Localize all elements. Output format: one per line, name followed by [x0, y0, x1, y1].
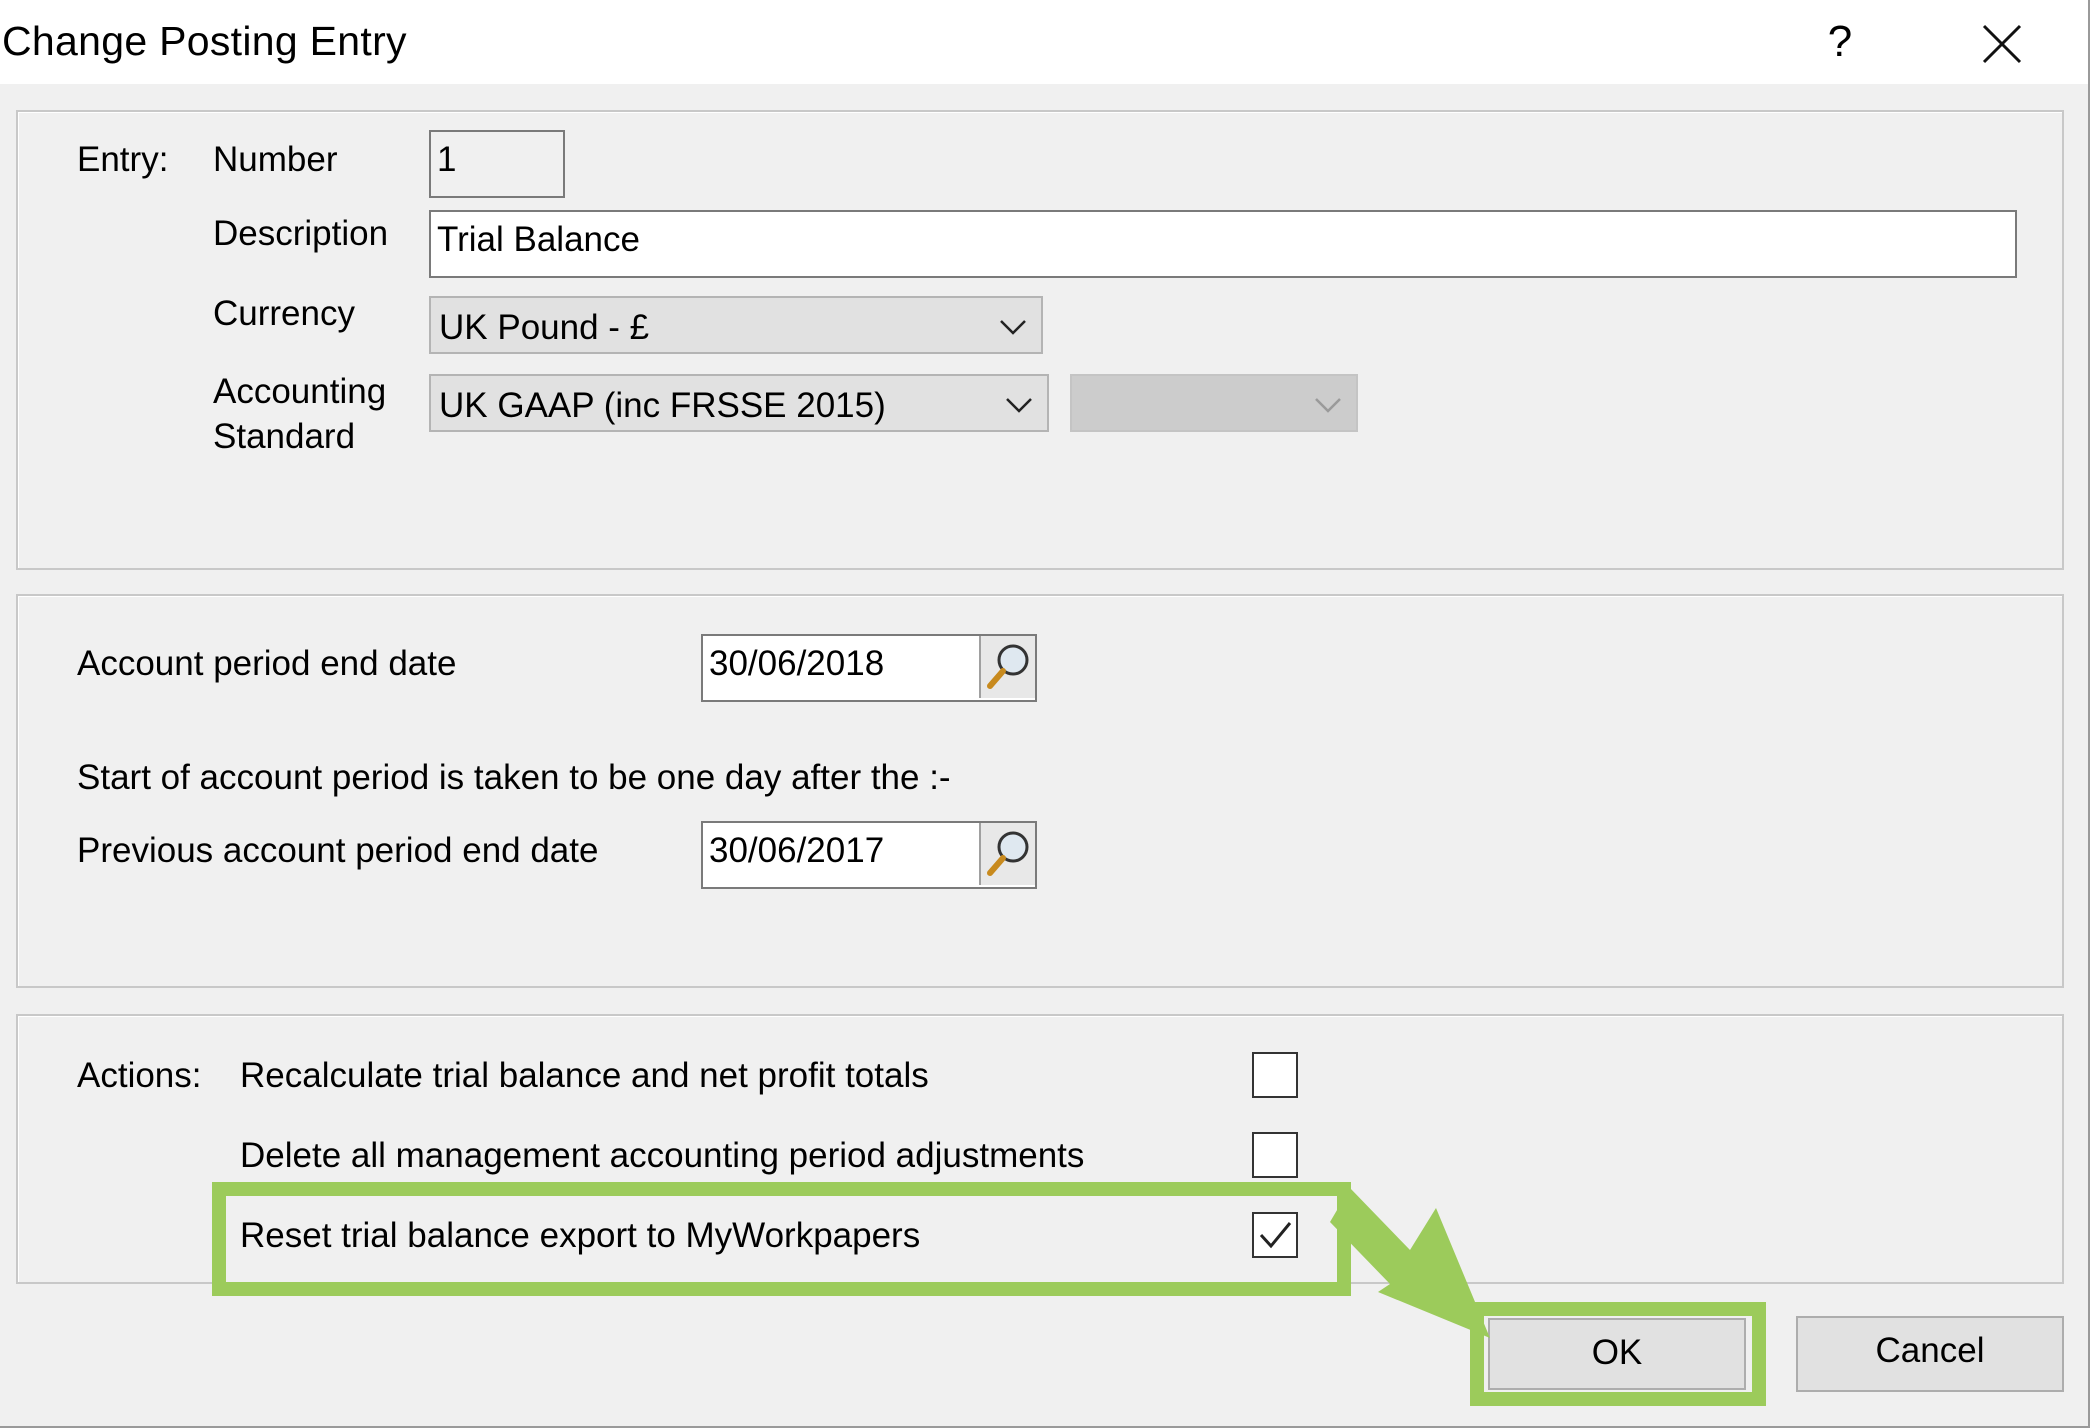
accounting-standard-label-line2: Standard: [213, 417, 356, 456]
prev-end-date-value: 30/06/2017: [709, 831, 885, 870]
period-info-text: Start of account period is taken to be o…: [77, 758, 951, 797]
accounting-standard-select-value: UK GAAP (inc FRSSE 2015): [439, 386, 886, 425]
description-label: Description: [213, 214, 389, 253]
prev-end-date-label: Previous account period end date: [77, 831, 599, 870]
highlight-arrow-icon: [1330, 1188, 1490, 1338]
action-delete-adjustments-label: Delete all management accounting period …: [240, 1136, 1085, 1175]
prev-end-date-lookup-button[interactable]: [979, 823, 1035, 885]
change-posting-entry-dialog: Change Posting Entry ? Entry: Number 1 D…: [0, 0, 2090, 1428]
actions-section-label: Actions:: [77, 1056, 202, 1095]
magnifier-icon: [987, 644, 1029, 689]
number-label: Number: [213, 140, 338, 179]
end-date-label: Account period end date: [77, 644, 457, 683]
highlight-box-ok-button: [1470, 1302, 1766, 1406]
dialog-title: Change Posting Entry: [2, 18, 407, 64]
accounting-standard-label-line1: Accounting: [213, 372, 387, 411]
end-date-lookup-button[interactable]: [979, 636, 1035, 698]
chevron-down-icon: [1000, 320, 1026, 335]
end-date-field[interactable]: 30/06/2018: [701, 634, 1037, 702]
action-recalculate-label: Recalculate trial balance and net profit…: [240, 1056, 929, 1095]
chevron-down-icon: [1006, 398, 1032, 413]
currency-select-value: UK Pound - £: [439, 308, 650, 347]
description-field[interactable]: Trial Balance: [429, 210, 2017, 278]
magnifier-icon: [987, 831, 1029, 876]
cancel-button[interactable]: Cancel: [1796, 1316, 2064, 1392]
accounting-standard-select[interactable]: UK GAAP (inc FRSSE 2015): [429, 374, 1049, 432]
entry-section-label: Entry:: [77, 140, 169, 179]
help-button[interactable]: ?: [1812, 10, 1868, 74]
action-recalculate-checkbox[interactable]: [1252, 1052, 1298, 1098]
prev-end-date-field[interactable]: 30/06/2017: [701, 821, 1037, 889]
number-field[interactable]: 1: [429, 130, 565, 198]
close-button[interactable]: [1970, 12, 2034, 76]
currency-label: Currency: [213, 294, 355, 333]
highlight-box-reset-export: [212, 1182, 1351, 1296]
currency-select[interactable]: UK Pound - £: [429, 296, 1043, 354]
action-delete-adjustments-checkbox[interactable]: [1252, 1132, 1298, 1178]
chevron-down-icon: [1315, 398, 1341, 413]
title-bar[interactable]: Change Posting Entry ?: [0, 0, 2088, 84]
accounting-standard-secondary-select[interactable]: [1070, 374, 1358, 432]
end-date-value: 30/06/2018: [709, 644, 885, 683]
close-icon: [1982, 24, 2022, 64]
